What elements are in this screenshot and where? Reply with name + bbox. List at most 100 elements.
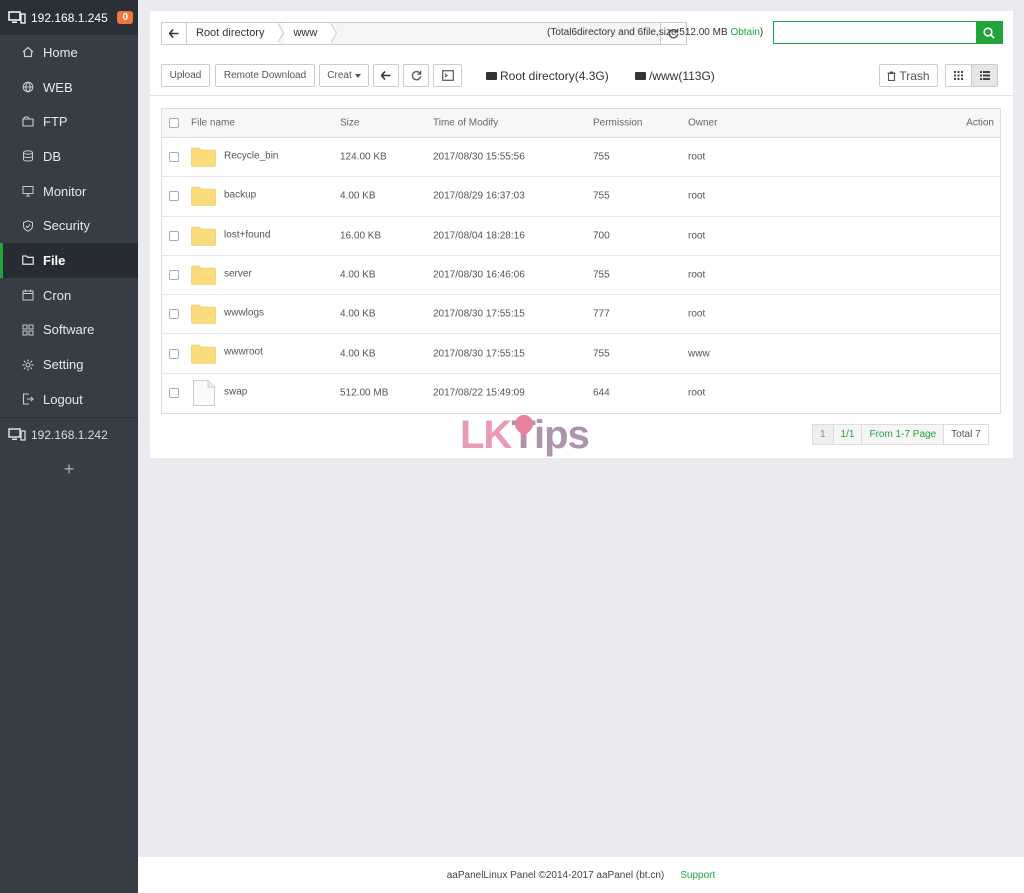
grid-view-button[interactable]	[945, 64, 972, 87]
remote-download-button[interactable]: Remote Download	[215, 64, 315, 87]
folder-icon[interactable]	[191, 265, 216, 285]
file-owner: root	[688, 151, 706, 163]
toolbar-divider	[150, 95, 1013, 96]
file-size: 4.00 KB	[340, 269, 376, 281]
file-modified: 2017/08/30 16:46:06	[433, 269, 525, 281]
create-dropdown-button[interactable]: Creat	[319, 64, 369, 87]
sidebar-item-software[interactable]: Software	[0, 313, 138, 348]
database-icon	[22, 150, 34, 162]
row-checkbox[interactable]	[169, 348, 179, 359]
file-icon[interactable]	[193, 380, 215, 407]
host-address: 192.168.1.245	[31, 10, 108, 25]
row-checkbox[interactable]	[169, 191, 179, 202]
host2-address: 192.168.1.242	[31, 428, 108, 443]
header-time[interactable]: Time of Modify	[433, 118, 498, 129]
file-modified: 2017/08/22 15:49:09	[433, 387, 525, 399]
sidebar-item-label: Security	[43, 218, 90, 234]
sidebar-item-ftp[interactable]: FTP	[0, 104, 138, 139]
notification-badge[interactable]: 0	[117, 11, 133, 24]
refresh-icon	[411, 70, 421, 81]
row-checkbox[interactable]	[169, 270, 179, 281]
obtain-link[interactable]: Obtain	[730, 27, 759, 38]
header-owner[interactable]: Owner	[688, 118, 717, 129]
file-modified: 2017/08/30 17:55:15	[433, 308, 525, 320]
list-view-button[interactable]	[971, 64, 998, 87]
sidebar-item-label: File	[43, 252, 66, 268]
www-disk-label: /www(113G)	[649, 69, 715, 83]
file-name[interactable]: Recycle_bin	[224, 150, 278, 161]
search-input[interactable]	[774, 22, 976, 43]
sidebar-item-home[interactable]: Home	[0, 35, 138, 70]
file-size: 4.00 KB	[340, 348, 376, 360]
terminal-button[interactable]	[433, 64, 462, 87]
main-menu: Home WEB FTP DB Monitor Security File Cron Softw…	[0, 35, 138, 417]
table-row[interactable]: backup 4.00 KB 2017/08/29 16:37:03 755 root	[162, 177, 1000, 217]
other-host[interactable]: 192.168.1.242	[0, 416, 138, 453]
table-row[interactable]: lost+found 16.00 KB 2017/08/04 18:28:16 700…	[162, 217, 1000, 256]
file-name[interactable]: backup	[224, 190, 256, 201]
file-modified: 2017/08/30 15:55:56	[433, 151, 525, 163]
sidebar-item-label: WEB	[43, 79, 73, 95]
www-disk-button[interactable]: /www(113G)	[635, 69, 715, 83]
hard-drive-icon	[635, 72, 646, 80]
monitor-icon	[8, 428, 26, 441]
header-permission[interactable]: Permission	[593, 118, 642, 129]
row-checkbox[interactable]	[169, 230, 179, 241]
page-current[interactable]: 1	[812, 424, 834, 445]
file-manager-panel: Root directory www (Total6directory and …	[150, 11, 1013, 458]
sidebar-item-label: Software	[43, 322, 95, 338]
folder-icon[interactable]	[191, 344, 216, 364]
table-row[interactable]: Recycle_bin 124.00 KB 2017/08/30 15:55:56 7…	[162, 138, 1000, 178]
page-count: 1/1	[832, 424, 863, 445]
folder-icon[interactable]	[191, 304, 216, 325]
add-host-button[interactable]: +	[0, 459, 138, 480]
path-back-button[interactable]	[162, 23, 187, 44]
search-button[interactable]	[976, 22, 1002, 43]
file-name[interactable]: server	[224, 268, 252, 279]
trash-label: Trash	[899, 68, 930, 83]
refresh-button[interactable]	[403, 64, 429, 87]
sidebar-item-cron[interactable]: Cron	[0, 278, 138, 313]
current-host[interactable]: 192.168.1.245 0	[0, 0, 138, 35]
file-permission: 644	[593, 387, 610, 399]
table-body: Recycle_bin 124.00 KB 2017/08/30 15:55:56 7…	[162, 138, 1000, 413]
table-row[interactable]: wwwroot 4.00 KB 2017/08/30 17:55:15 755 www	[162, 334, 1000, 374]
go-back-button[interactable]	[373, 64, 399, 87]
sidebar-item-label: Home	[43, 44, 78, 60]
sidebar-item-monitor[interactable]: Monitor	[0, 174, 138, 209]
header-size[interactable]: Size	[340, 118, 359, 129]
table-row[interactable]: swap 512.00 MB 2017/08/22 15:49:09 644 root	[162, 374, 1000, 413]
file-name[interactable]: wwwroot	[224, 347, 263, 358]
support-link[interactable]: Support	[680, 870, 715, 881]
sidebar-item-logout[interactable]: Logout	[0, 382, 138, 417]
folder-icon[interactable]	[191, 186, 216, 207]
file-name[interactable]: wwwlogs	[224, 308, 264, 319]
select-all-checkbox[interactable]	[169, 118, 179, 128]
trash-button[interactable]: Trash	[879, 64, 938, 87]
breadcrumb-www[interactable]: www	[284, 23, 338, 44]
sidebar-item-web[interactable]: WEB	[0, 70, 138, 105]
row-checkbox[interactable]	[169, 152, 179, 163]
upload-button[interactable]: Upload	[161, 64, 210, 87]
file-name[interactable]: swap	[224, 387, 247, 398]
caret-down-icon	[354, 73, 361, 78]
file-size: 16.00 KB	[340, 230, 382, 242]
breadcrumb-root[interactable]: Root directory	[187, 23, 286, 44]
header-file-name[interactable]: File name	[191, 118, 235, 129]
folder-icon[interactable]	[191, 226, 216, 246]
sidebar-item-security[interactable]: Security	[0, 208, 138, 243]
table-row[interactable]: server 4.00 KB 2017/08/30 16:46:06 755 root	[162, 256, 1000, 296]
row-checkbox[interactable]	[169, 388, 179, 399]
row-checkbox[interactable]	[169, 309, 179, 320]
root-disk-button[interactable]: Root directory(4.3G)	[486, 69, 609, 83]
ftp-icon	[22, 116, 34, 128]
sidebar-item-db[interactable]: DB	[0, 139, 138, 174]
file-permission: 777	[593, 308, 610, 320]
file-owner: www	[688, 348, 710, 360]
sidebar-item-setting[interactable]: Setting	[0, 347, 138, 382]
file-name[interactable]: lost+found	[224, 229, 270, 240]
table-row[interactable]: wwwlogs 4.00 KB 2017/08/30 17:55:15 777 root	[162, 295, 1000, 335]
file-owner: root	[688, 387, 706, 399]
sidebar-item-file[interactable]: File	[0, 243, 138, 278]
folder-icon[interactable]	[191, 147, 216, 167]
